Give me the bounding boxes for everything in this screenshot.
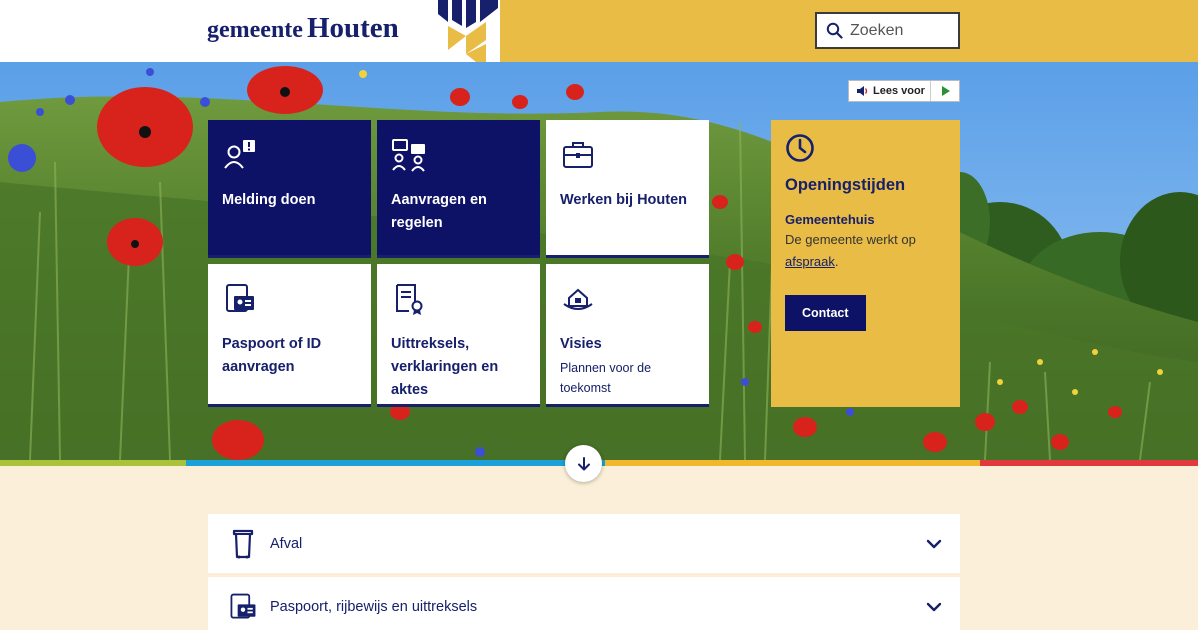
- chevron-down-icon: [926, 539, 942, 548]
- logo-prefix: gemeente: [207, 17, 303, 43]
- tile-paspoort-id[interactable]: Paspoort of ID aanvragen: [208, 264, 371, 407]
- appointment-link[interactable]: afspraak: [785, 254, 835, 269]
- color-segment-yellow: [605, 460, 980, 466]
- scroll-down-button[interactable]: [565, 445, 602, 482]
- arrow-down-icon: [577, 456, 590, 470]
- tile-werken-bij-houten[interactable]: Werken bij Houten: [546, 120, 709, 258]
- accordion-item-paspoort[interactable]: Paspoort, rijbewijs en uittreksels: [208, 577, 960, 630]
- opening-hours-text: De gemeente werkt op afspraak.: [785, 229, 946, 273]
- logo-name: Houten: [306, 12, 399, 44]
- chevron-down-icon: [926, 602, 942, 611]
- tile-label: Werken bij Houten: [560, 192, 688, 208]
- certificate-icon: [396, 284, 423, 315]
- read-aloud-button[interactable]: Lees voor: [849, 81, 931, 101]
- opening-hours-panel: Openingstijden Gemeentehuis De gemeente …: [771, 120, 960, 407]
- search-icon: [826, 22, 843, 39]
- report-person-icon: [224, 140, 255, 169]
- tile-aanvragen-en-regelen[interactable]: Aanvragen en regelen: [377, 120, 540, 258]
- tile-visies[interactable]: Visies Plannen voor de toekomst: [546, 264, 709, 407]
- logo-emblem: [436, 0, 500, 62]
- accordion-icon-wrap: [226, 528, 260, 560]
- clock-icon: [786, 134, 814, 162]
- accordion-label: Afval: [270, 535, 303, 552]
- house-vision-icon: [563, 288, 593, 310]
- speaker-icon: [857, 86, 868, 96]
- sentence-end: .: [834, 254, 839, 269]
- read-aloud-label: Lees voor: [873, 85, 925, 97]
- contact-button[interactable]: Contact: [785, 295, 866, 331]
- color-segment-green: [0, 460, 186, 466]
- accordion-icon-wrap: [226, 591, 260, 623]
- play-button[interactable]: [931, 81, 959, 101]
- id-card-icon: [226, 284, 254, 312]
- color-segment-blue: [186, 460, 605, 466]
- conversation-icon: [392, 139, 425, 172]
- tile-label: Paspoort of ID aanvragen: [222, 336, 322, 375]
- waste-bin-icon: [232, 529, 254, 558]
- tile-subtitle: Plannen voor de toekomst: [560, 361, 652, 395]
- tile-melding-doen[interactable]: Melding doen: [208, 120, 371, 258]
- search-input[interactable]: [850, 21, 950, 40]
- site-logo[interactable]: gemeente Houten: [207, 12, 399, 45]
- accordion-item-afval[interactable]: Afval: [208, 514, 960, 573]
- id-card-icon: [230, 593, 256, 619]
- opening-hours-description: De gemeente werkt op: [785, 232, 916, 247]
- tile-label: Melding doen: [222, 192, 316, 208]
- color-segment-red: [980, 460, 1198, 466]
- opening-hours-location: Gemeentehuis: [785, 212, 875, 227]
- accordion-label: Paspoort, rijbewijs en uittreksels: [270, 598, 478, 615]
- site-header: gemeente Houten: [0, 0, 1198, 62]
- briefcase-icon: [563, 142, 593, 168]
- play-icon: [941, 86, 950, 96]
- readspeaker-widget: Lees voor: [848, 80, 960, 102]
- tile-label: Uittreksels, verklaringen en aktes: [391, 336, 499, 398]
- search-box[interactable]: [815, 12, 960, 49]
- tile-uittreksels[interactable]: Uittreksels, verklaringen en aktes: [377, 264, 540, 407]
- tile-label: Aanvragen en regelen: [391, 192, 487, 231]
- opening-hours-title: Openingstijden: [785, 176, 906, 194]
- tile-label: Visies: [560, 336, 602, 352]
